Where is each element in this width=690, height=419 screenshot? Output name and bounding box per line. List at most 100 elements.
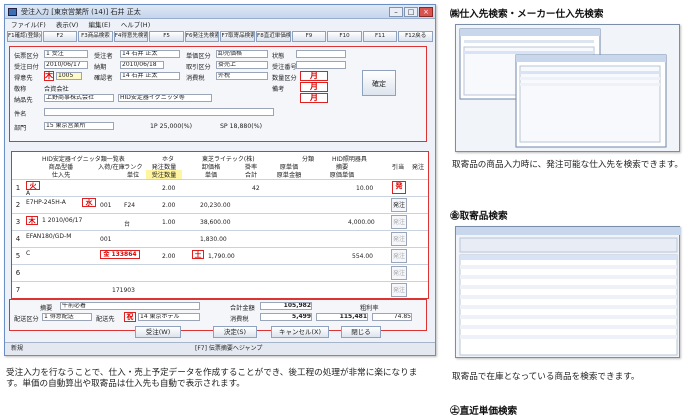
row-stock-tag: 金 133864 [100, 250, 140, 259]
remark-field[interactable]: 午前必着 [60, 302, 200, 310]
label-bumon: 部門 [14, 125, 27, 132]
kenmei-long-field[interactable] [44, 108, 274, 116]
section-title-supplier-search: ㈱仕入先検索・メーカー仕入先検索 [450, 9, 604, 20]
fkey-9[interactable]: F9 [291, 31, 327, 42]
table-row[interactable]: 2 E7HP-245H-A 水 001 F24 2.00 20,230.00 発… [12, 196, 428, 213]
label-total: 合計金額 [230, 305, 255, 312]
table-row[interactable]: 1 火 A 2.00 42 10.00 発 [12, 179, 428, 197]
juchu-no-field[interactable] [296, 61, 346, 69]
kenmei-field[interactable]: HID安定器イグニッタ等 [118, 94, 212, 102]
row-rate[interactable]: 42 [252, 185, 260, 192]
row-order-button[interactable]: 発注 [391, 198, 407, 212]
tokui-name: 合資会社 [44, 86, 69, 93]
app-icon [8, 8, 17, 16]
close-window-button[interactable]: 閉じる [341, 326, 381, 338]
row-number: 3 [15, 218, 21, 226]
table-row[interactable]: 7 171903 発注 [12, 281, 428, 299]
col-header-unit: 単位 [126, 172, 140, 179]
fkey-8[interactable]: F8直近単価検索 [256, 31, 291, 42]
menu-help[interactable]: ヘルプ(H) [121, 21, 150, 29]
row-order-button[interactable]: 発注 [391, 232, 407, 246]
fkey-4[interactable]: F4得意先検索 [113, 31, 149, 42]
status-field[interactable] [296, 50, 346, 58]
row-stock: 001 [100, 202, 112, 209]
row-tag: 水 [82, 198, 96, 207]
juchu-date-field[interactable]: 2010/06/17 [44, 61, 88, 69]
kakuninsha-field[interactable]: 14 石井 正太 [120, 72, 180, 80]
fkey-12[interactable]: F12戻る [398, 31, 433, 42]
menu-edit[interactable]: 編集(E) [89, 21, 111, 29]
row-item: EFAN180/GD-M [26, 233, 72, 240]
weekday-tag-moon-1: 月 [300, 71, 328, 81]
fkey-10[interactable]: F10 [327, 31, 362, 42]
row-number: 2 [15, 201, 21, 209]
table-row[interactable]: 6 発注 [12, 264, 428, 281]
tokui-code-field[interactable]: 1005 [56, 72, 82, 80]
fkey-3[interactable]: F3商品検索 [78, 31, 113, 42]
col-subheader-supplier: 仕入先 [51, 172, 71, 179]
fkey-1[interactable]: F1確認(登録) [7, 31, 42, 42]
order-entry-window: 受注入力 [東京営業所 (14)] 石井 正太 – □ × ファイル(F) 表示… [4, 4, 436, 356]
tantou-field[interactable]: 14 石井 正太 [120, 50, 180, 58]
row-order-qty[interactable]: 2.00 [162, 185, 175, 192]
col-header-cost-unit: 原価単価 [329, 172, 355, 179]
col-header-total: 合計 [244, 172, 258, 179]
label-remark: 摘要 [40, 305, 53, 312]
minimize-button[interactable]: – [389, 7, 403, 17]
fkey-7[interactable]: F7取寄品検索 [220, 31, 256, 42]
row-price[interactable]: 38,600.00 [200, 219, 231, 226]
torihiki-field[interactable]: 掛売上 [216, 61, 268, 69]
row-price[interactable]: 20,230.00 [200, 202, 231, 209]
delivery-dest-field[interactable]: 14 東京ホテル [138, 313, 200, 321]
table-row[interactable]: 5 C 金 133864 2.00 土 1,790.00 554.00 発注 [12, 247, 428, 264]
label-kenmei: 件名 [14, 111, 27, 118]
fkey-6[interactable]: F6発注先検索 [184, 31, 220, 42]
denpyo-kubun-field[interactable]: 1 受注 [44, 50, 88, 58]
fkey-5[interactable]: F5 [149, 31, 184, 42]
label-tantou: 受注者 [94, 53, 113, 60]
row-cost[interactable]: 10.00 [356, 185, 373, 192]
row-price[interactable]: 1,830.00 [200, 236, 227, 243]
table-row[interactable]: 4 EFAN180/GD-M 001 1,830.00 発注 [12, 230, 428, 247]
col-header-allocate: 引当 [391, 164, 405, 171]
row-unit: F24 [124, 202, 136, 209]
weekday-tag-moon-3: 月 [300, 93, 328, 103]
fkey-11[interactable]: F11 [362, 31, 398, 42]
confirm-button[interactable]: 決定(S) [213, 326, 257, 338]
menu-file[interactable]: ファイル(F) [11, 21, 46, 29]
row-number: 5 [15, 252, 21, 260]
row-order-button[interactable]: 発注 [391, 266, 407, 280]
zei-field[interactable]: 外税 [216, 72, 268, 80]
label-torihiki: 取引区分 [186, 64, 211, 71]
row-item: 1 2010/06/17 [42, 217, 83, 224]
maximize-button[interactable]: □ [404, 7, 418, 17]
row-cost[interactable]: 554.00 [352, 253, 373, 260]
nouki-field[interactable]: 2010/06/18 [120, 61, 164, 69]
status-hint: [F7] 伝票摘要へジャンプ [195, 345, 263, 352]
row-order-button[interactable]: 発注 [391, 215, 407, 229]
receive-button[interactable]: 受注(W) [135, 326, 181, 338]
nohin-field[interactable]: 上野商事株式会社 [44, 94, 114, 102]
table-row[interactable]: 3 木 1 2010/06/17 台 1.00 38,600.00 4,000.… [12, 213, 428, 230]
row-order-qty[interactable]: 2.00 [162, 253, 175, 260]
row-order-button[interactable]: 発注 [391, 249, 407, 263]
row-order-button[interactable]: 発注 [391, 283, 407, 297]
label-status: 状態 [272, 53, 285, 60]
row-number: 4 [15, 235, 21, 243]
delivery-field[interactable]: 1 得意配送 [42, 313, 92, 321]
row-price[interactable]: 1,790.00 [208, 253, 235, 260]
row-order-qty[interactable]: 2.00 [162, 202, 175, 209]
supplier-search-screenshot [455, 24, 680, 152]
decide-button[interactable]: 確定 [362, 70, 396, 96]
close-button[interactable]: × [419, 7, 433, 17]
bumon-field[interactable]: 15 東京営業所 [44, 122, 114, 130]
row-order-qty[interactable]: 1.00 [162, 219, 175, 226]
menu-view[interactable]: 表示(V) [56, 21, 79, 29]
fkey-2[interactable]: F2 [42, 31, 78, 42]
row-cost[interactable]: 4,000.00 [348, 219, 375, 226]
label-juchu-no: 受注番号 [272, 64, 297, 71]
col-header-unit-price: 単価 [204, 172, 218, 179]
cancel-button[interactable]: キャンセル(X) [271, 326, 329, 338]
tanka-field[interactable]: 卸売価格 [216, 50, 268, 58]
row-tag: 火 [26, 181, 40, 190]
